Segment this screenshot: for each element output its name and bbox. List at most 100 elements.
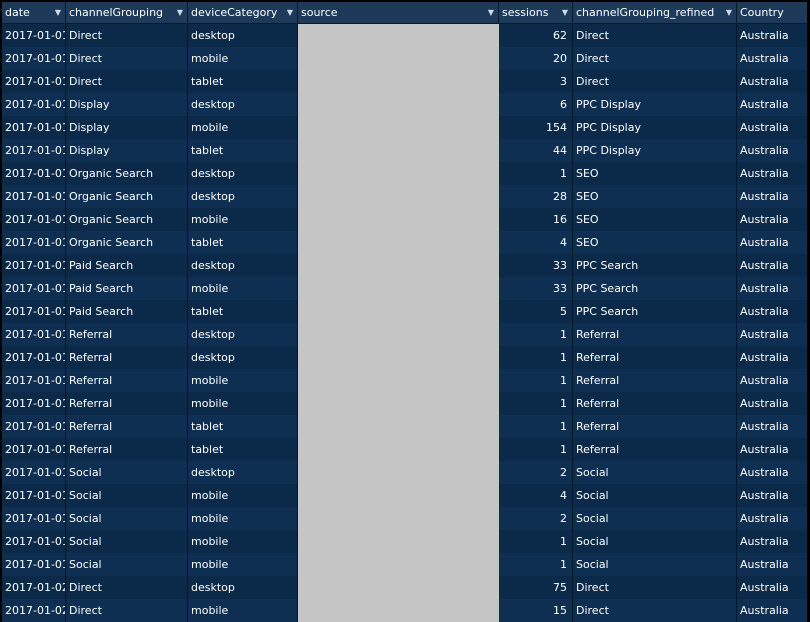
cell-source-redacted[interactable] bbox=[298, 208, 499, 231]
cell-channelgrouping[interactable]: Social bbox=[66, 507, 188, 530]
cell-country[interactable]: Australia bbox=[737, 47, 807, 70]
cell-channelgrouping[interactable]: Social bbox=[66, 461, 188, 484]
cell-sessions[interactable]: 28 bbox=[499, 185, 573, 208]
cell-date[interactable]: 2017-01-01 bbox=[2, 208, 66, 231]
cell-channelgrouping-refined[interactable]: PPC Display bbox=[573, 93, 737, 116]
cell-sessions[interactable]: 16 bbox=[499, 208, 573, 231]
cell-channelgrouping[interactable]: Display bbox=[66, 93, 188, 116]
caret-down-icon[interactable]: ▼ bbox=[488, 2, 494, 23]
cell-country[interactable]: Australia bbox=[737, 24, 807, 47]
cell-channelgrouping[interactable]: Referral bbox=[66, 438, 188, 461]
cell-channelgrouping-refined[interactable]: Referral bbox=[573, 369, 737, 392]
column-header-country[interactable]: Country bbox=[737, 2, 807, 23]
cell-sessions[interactable]: 1 bbox=[499, 369, 573, 392]
cell-date[interactable]: 2017-01-02 bbox=[2, 576, 66, 599]
cell-country[interactable]: Australia bbox=[737, 576, 807, 599]
cell-country[interactable]: Australia bbox=[737, 438, 807, 461]
cell-source-redacted[interactable] bbox=[298, 461, 499, 484]
cell-sessions[interactable]: 1 bbox=[499, 438, 573, 461]
table-row[interactable]: 2017-01-01 Referral mobile 1 Referral Austral… bbox=[2, 392, 807, 415]
cell-devicecategory[interactable]: mobile bbox=[188, 47, 298, 70]
cell-devicecategory[interactable]: desktop bbox=[188, 346, 298, 369]
column-header-sessions[interactable]: sessions ▼ bbox=[499, 2, 573, 23]
cell-source-redacted[interactable] bbox=[298, 369, 499, 392]
cell-country[interactable]: Australia bbox=[737, 599, 807, 622]
cell-channelgrouping[interactable]: Referral bbox=[66, 323, 188, 346]
cell-country[interactable]: Australia bbox=[737, 484, 807, 507]
table-row[interactable]: 2017-01-01 Referral tablet 1 Referral Austral… bbox=[2, 415, 807, 438]
cell-channelgrouping-refined[interactable]: Referral bbox=[573, 323, 737, 346]
cell-source-redacted[interactable] bbox=[298, 93, 499, 116]
cell-channelgrouping[interactable]: Display bbox=[66, 139, 188, 162]
cell-channelgrouping[interactable]: Direct bbox=[66, 576, 188, 599]
cell-devicecategory[interactable]: mobile bbox=[188, 392, 298, 415]
cell-date[interactable]: 2017-01-01 bbox=[2, 438, 66, 461]
cell-date[interactable]: 2017-01-02 bbox=[2, 599, 66, 622]
table-row[interactable]: 2017-01-01 Display tablet 44 PPC Display Aust… bbox=[2, 139, 807, 162]
cell-channelgrouping[interactable]: Social bbox=[66, 530, 188, 553]
cell-devicecategory[interactable]: mobile bbox=[188, 369, 298, 392]
cell-channelgrouping[interactable]: Direct bbox=[66, 47, 188, 70]
cell-country[interactable]: Australia bbox=[737, 208, 807, 231]
cell-date[interactable]: 2017-01-01 bbox=[2, 392, 66, 415]
cell-country[interactable]: Australia bbox=[737, 162, 807, 185]
cell-sessions[interactable]: 3 bbox=[499, 70, 573, 93]
cell-channelgrouping-refined[interactable]: SEO bbox=[573, 231, 737, 254]
cell-devicecategory[interactable]: mobile bbox=[188, 208, 298, 231]
cell-devicecategory[interactable]: mobile bbox=[188, 277, 298, 300]
cell-channelgrouping-refined[interactable]: Social bbox=[573, 461, 737, 484]
cell-sessions[interactable]: 1 bbox=[499, 553, 573, 576]
cell-channelgrouping-refined[interactable]: Social bbox=[573, 484, 737, 507]
cell-channelgrouping[interactable]: Organic Search bbox=[66, 231, 188, 254]
caret-down-icon[interactable]: ▼ bbox=[287, 2, 293, 23]
cell-devicecategory[interactable]: desktop bbox=[188, 461, 298, 484]
cell-sessions[interactable]: 154 bbox=[499, 116, 573, 139]
cell-source-redacted[interactable] bbox=[298, 392, 499, 415]
cell-country[interactable]: Australia bbox=[737, 116, 807, 139]
table-row[interactable]: 2017-01-01 Social mobile 4 Social Australia bbox=[2, 484, 807, 507]
cell-date[interactable]: 2017-01-01 bbox=[2, 300, 66, 323]
table-row[interactable]: 2017-01-01 Social mobile 1 Social Australia bbox=[2, 530, 807, 553]
cell-date[interactable]: 2017-01-01 bbox=[2, 461, 66, 484]
cell-date[interactable]: 2017-01-01 bbox=[2, 507, 66, 530]
cell-country[interactable]: Australia bbox=[737, 185, 807, 208]
cell-devicecategory[interactable]: mobile bbox=[188, 484, 298, 507]
cell-devicecategory[interactable]: mobile bbox=[188, 530, 298, 553]
caret-down-icon[interactable]: ▼ bbox=[177, 2, 183, 23]
table-row[interactable]: 2017-01-01 Referral desktop 1 Referral Austra… bbox=[2, 323, 807, 346]
cell-country[interactable]: Australia bbox=[737, 254, 807, 277]
cell-date[interactable]: 2017-01-01 bbox=[2, 24, 66, 47]
cell-country[interactable]: Australia bbox=[737, 139, 807, 162]
cell-devicecategory[interactable]: tablet bbox=[188, 415, 298, 438]
cell-date[interactable]: 2017-01-01 bbox=[2, 346, 66, 369]
cell-sessions[interactable]: 5 bbox=[499, 300, 573, 323]
table-row[interactable]: 2017-01-01 Paid Search tablet 5 PPC Search Au… bbox=[2, 300, 807, 323]
caret-down-icon[interactable]: ▼ bbox=[562, 2, 568, 23]
cell-country[interactable]: Australia bbox=[737, 461, 807, 484]
cell-country[interactable]: Australia bbox=[737, 553, 807, 576]
cell-country[interactable]: Australia bbox=[737, 70, 807, 93]
cell-channelgrouping[interactable]: Referral bbox=[66, 392, 188, 415]
cell-devicecategory[interactable]: desktop bbox=[188, 24, 298, 47]
cell-channelgrouping[interactable]: Referral bbox=[66, 346, 188, 369]
cell-devicecategory[interactable]: mobile bbox=[188, 553, 298, 576]
cell-sessions[interactable]: 33 bbox=[499, 277, 573, 300]
cell-source-redacted[interactable] bbox=[298, 415, 499, 438]
cell-sessions[interactable]: 15 bbox=[499, 599, 573, 622]
cell-devicecategory[interactable]: tablet bbox=[188, 300, 298, 323]
cell-channelgrouping-refined[interactable]: PPC Search bbox=[573, 277, 737, 300]
table-row[interactable]: 2017-01-01 Social mobile 2 Social Australia bbox=[2, 507, 807, 530]
cell-date[interactable]: 2017-01-01 bbox=[2, 277, 66, 300]
cell-devicecategory[interactable]: mobile bbox=[188, 116, 298, 139]
cell-sessions[interactable]: 1 bbox=[499, 530, 573, 553]
cell-devicecategory[interactable]: desktop bbox=[188, 162, 298, 185]
table-row[interactable]: 2017-01-01 Display mobile 154 PPC Display Aus… bbox=[2, 116, 807, 139]
cell-date[interactable]: 2017-01-01 bbox=[2, 162, 66, 185]
cell-country[interactable]: Australia bbox=[737, 530, 807, 553]
cell-source-redacted[interactable] bbox=[298, 24, 499, 47]
column-header-channelgrouping[interactable]: channelGrouping ▼ bbox=[66, 2, 188, 23]
cell-devicecategory[interactable]: tablet bbox=[188, 231, 298, 254]
cell-channelgrouping[interactable]: Paid Search bbox=[66, 254, 188, 277]
cell-channelgrouping-refined[interactable]: PPC Display bbox=[573, 139, 737, 162]
cell-channelgrouping-refined[interactable]: Direct bbox=[573, 599, 737, 622]
